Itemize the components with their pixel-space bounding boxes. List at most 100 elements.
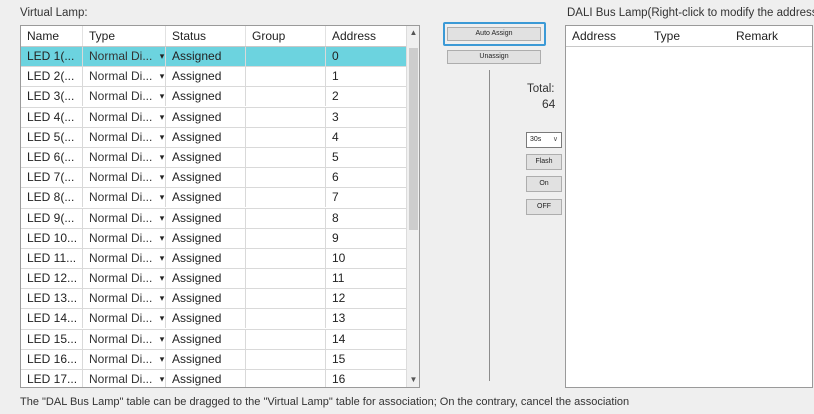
table-row[interactable]: LED 15... Normal Di... Assigned 14 ▾ [21, 329, 406, 350]
dropdown-arrow-icon[interactable]: ▾ [157, 188, 167, 207]
table-row[interactable]: LED 4(... Normal Di... Assigned 3 ▾ [21, 107, 406, 128]
total-value: 64 [542, 97, 556, 111]
table-header: Address Type Remark [566, 26, 812, 47]
type-cell[interactable]: Normal Di... [83, 208, 166, 228]
table-row[interactable]: LED 1(... Normal Di... Assigned 0 ▾ [21, 47, 406, 68]
column-header-group[interactable]: Group [246, 26, 326, 46]
dropdown-arrow-icon[interactable]: ▾ [157, 289, 167, 308]
group-cell [246, 188, 326, 208]
auto-assign-button[interactable]: Auto Assign [447, 27, 541, 41]
dropdown-arrow-icon[interactable]: ▾ [157, 47, 167, 66]
group-cell [246, 168, 326, 188]
type-cell[interactable]: Normal Di... [83, 107, 166, 127]
flash-interval-select[interactable]: 30s ∨ [526, 132, 562, 148]
on-button[interactable]: On [526, 176, 562, 192]
table-row[interactable]: LED 2(... Normal Di... Assigned 1 ▾ [21, 67, 406, 88]
name-cell: LED 17... [21, 370, 83, 387]
column-header-type[interactable]: Type [648, 26, 730, 46]
type-cell[interactable]: Normal Di... [83, 248, 166, 268]
table-row[interactable]: LED 12... Normal Di... Assigned 11 ▾ [21, 269, 406, 290]
virtual-lamp-table[interactable]: Name Type Status Group Address LED 1(...… [20, 25, 420, 388]
dali-bus-lamp-table[interactable]: Address Type Remark [565, 25, 813, 388]
scrollbar-thumb[interactable] [409, 48, 418, 230]
name-cell: LED 10... [21, 228, 83, 248]
column-header-address[interactable]: Address [566, 26, 648, 46]
table-row[interactable]: LED 5(... Normal Di... Assigned 4 ▾ [21, 127, 406, 148]
unassign-button[interactable]: Unassign [447, 50, 541, 64]
address-cell: 0 [332, 49, 339, 63]
table-row[interactable]: LED 9(... Normal Di... Assigned 8 ▾ [21, 208, 406, 229]
group-cell [246, 248, 326, 268]
table-row[interactable]: LED 11... Normal Di... Assigned 10 ▾ [21, 248, 406, 270]
dropdown-arrow-icon[interactable]: ▾ [157, 67, 167, 86]
type-cell[interactable]: Normal Di... [83, 168, 166, 188]
status-cell: Assigned [166, 269, 246, 289]
type-cell[interactable]: Normal Di... [83, 127, 166, 147]
table-row[interactable]: LED 13... Normal Di... Assigned 12 ▾ [21, 289, 406, 310]
dropdown-arrow-icon[interactable]: ▾ [157, 370, 167, 387]
dropdown-arrow-icon[interactable]: ▾ [157, 309, 167, 328]
address-cell: 15 [332, 351, 346, 366]
footer-hint: The "DAL Bus Lamp" table can be dragged … [20, 396, 630, 408]
dropdown-arrow-icon[interactable]: ▾ [157, 229, 167, 248]
status-cell: Assigned [166, 289, 246, 309]
table-row[interactable]: LED 17... Normal Di... Assigned 16 ▾ [21, 370, 406, 387]
table-row[interactable]: LED 6(... Normal Di... Assigned 5 ▾ [21, 147, 406, 169]
column-header-type[interactable]: Type [83, 26, 166, 46]
column-header-remark[interactable]: Remark [730, 26, 812, 46]
dropdown-arrow-icon[interactable]: ▾ [157, 350, 167, 369]
name-cell: LED 14... [21, 309, 83, 329]
type-cell[interactable]: Normal Di... [83, 370, 166, 387]
name-cell: LED 5(... [21, 127, 83, 147]
table-row[interactable]: LED 8(... Normal Di... Assigned 7 ▾ [21, 188, 406, 209]
type-cell[interactable]: Normal Di... [83, 309, 166, 329]
dropdown-arrow-icon[interactable]: ▾ [157, 269, 167, 288]
address-cell: 9 [332, 230, 339, 245]
column-header-name[interactable]: Name [21, 26, 83, 46]
table-row[interactable]: LED 14... Normal Di... Assigned 13 ▾ [21, 309, 406, 330]
table-row[interactable]: LED 7(... Normal Di... Assigned 6 ▾ [21, 168, 406, 189]
type-cell[interactable]: Normal Di... [83, 329, 166, 349]
status-cell: Assigned [166, 228, 246, 248]
type-cell[interactable]: Normal Di... [83, 87, 166, 107]
dropdown-arrow-icon[interactable]: ▾ [157, 249, 167, 268]
address-cell: 11 [332, 271, 345, 286]
status-cell: Assigned [166, 87, 246, 107]
dropdown-arrow-icon[interactable]: ▾ [157, 128, 167, 147]
dropdown-arrow-icon[interactable]: ▾ [157, 209, 167, 228]
address-cell: 6 [332, 170, 339, 185]
flash-button[interactable]: Flash [526, 154, 562, 170]
group-cell [246, 67, 326, 87]
type-cell[interactable]: Normal Di... [83, 188, 166, 208]
dropdown-arrow-icon[interactable]: ▾ [157, 108, 167, 127]
scroll-up-arrow-icon[interactable]: ▲ [407, 26, 419, 40]
group-cell [246, 329, 326, 349]
dropdown-arrow-icon[interactable]: ▾ [157, 330, 167, 349]
dropdown-arrow-icon[interactable]: ▾ [157, 87, 167, 106]
type-cell[interactable]: Normal Di... [83, 289, 166, 309]
column-header-address[interactable]: Address [326, 26, 406, 46]
dropdown-arrow-icon[interactable]: ▾ [157, 168, 167, 187]
status-cell: Assigned [166, 208, 246, 228]
vertical-scrollbar[interactable]: ▲ ▼ [406, 26, 419, 387]
name-cell: LED 6(... [21, 147, 83, 167]
type-cell[interactable]: Normal Di... [83, 349, 166, 369]
dropdown-arrow-icon[interactable]: ▾ [157, 148, 167, 167]
type-cell[interactable]: Normal Di... [83, 47, 166, 66]
name-cell: LED 16... [21, 349, 83, 369]
status-cell: Assigned [166, 47, 246, 66]
status-cell: Assigned [166, 370, 246, 387]
type-cell[interactable]: Normal Di... [83, 228, 166, 248]
type-cell[interactable]: Normal Di... [83, 147, 166, 167]
table-row[interactable]: LED 10... Normal Di... Assigned 9 ▾ [21, 228, 406, 249]
scroll-down-arrow-icon[interactable]: ▼ [407, 373, 419, 387]
type-cell[interactable]: Normal Di... [83, 67, 166, 87]
group-cell [246, 370, 326, 387]
off-button[interactable]: OFF [526, 199, 562, 215]
column-header-status[interactable]: Status [166, 26, 246, 46]
type-cell[interactable]: Normal Di... [83, 269, 166, 289]
group-cell [246, 127, 326, 147]
status-cell: Assigned [166, 248, 246, 268]
table-row[interactable]: LED 3(... Normal Di... Assigned 2 ▾ [21, 87, 406, 108]
table-row[interactable]: LED 16... Normal Di... Assigned 15 ▾ [21, 349, 406, 370]
